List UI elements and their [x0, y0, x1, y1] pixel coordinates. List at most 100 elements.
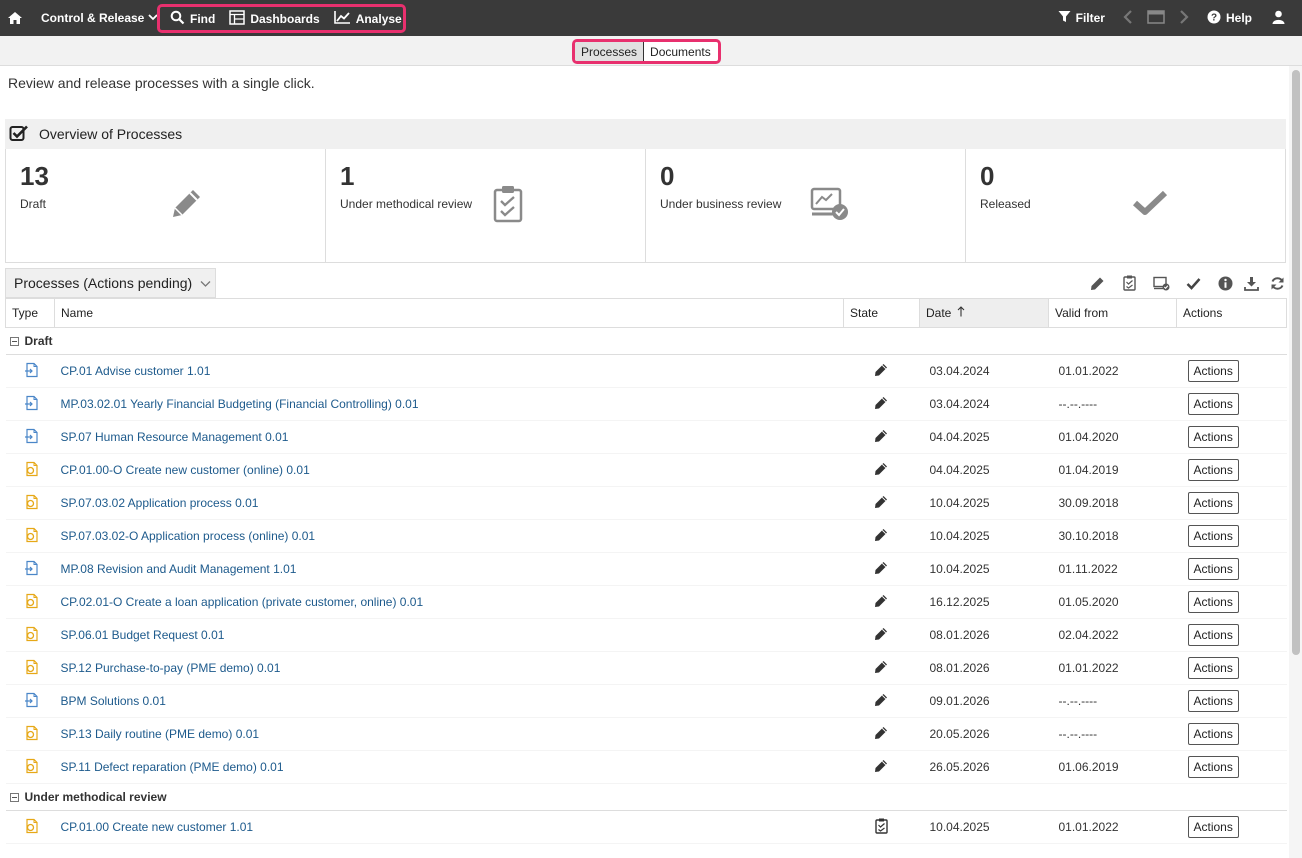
actions-button[interactable]: Actions — [1187, 558, 1239, 580]
process-name-link[interactable]: MP.08 Revision and Audit Management 1.01 — [61, 562, 297, 576]
kpi-panel: 13 Draft 1 Under methodical review 0 Und… — [5, 149, 1286, 263]
chevron-right-icon[interactable] — [1179, 9, 1189, 27]
pencil-icon — [874, 495, 888, 512]
online-process-icon — [24, 494, 40, 510]
table-row[interactable]: SP.07.03.02 Application process 0.01 10.0… — [5, 486, 1287, 520]
row-valid-from: --.--.---- — [1048, 717, 1177, 751]
sort-ascending-icon — [953, 306, 965, 320]
actions-button[interactable]: Actions — [1187, 723, 1239, 745]
process-name-link[interactable]: SP.13 Daily routine (PME demo) 0.01 — [61, 727, 260, 741]
process-name-link[interactable]: MP.03.02.01 Yearly Financial Budgeting (… — [61, 397, 419, 411]
nav-analyse[interactable]: Analyse — [333, 10, 402, 27]
help-button[interactable]: ? Help — [1207, 10, 1252, 27]
checkmark-icon[interactable] — [1184, 274, 1202, 292]
clipboard-check-icon[interactable] — [1120, 274, 1138, 292]
pencil-icon — [874, 627, 888, 644]
actions-button[interactable]: Actions — [1187, 624, 1239, 646]
actions-button[interactable]: Actions — [1187, 756, 1239, 778]
table-row[interactable]: SP.06.01 Budget Request 0.01 08.01.2026 02… — [5, 618, 1287, 652]
row-valid-from: 01.04.2019 — [1048, 453, 1177, 487]
table-row[interactable]: BPM Solutions 0.01 09.01.2026 --.--.---- Ac… — [5, 684, 1287, 718]
process-name-link[interactable]: SP.07.03.02 Application process 0.01 — [61, 496, 259, 510]
col-state[interactable]: State — [843, 298, 920, 328]
main-nav: Find Dashboards Analyse — [157, 4, 406, 33]
info-icon[interactable] — [1216, 274, 1234, 292]
process-name-link[interactable]: SP.12 Purchase-to-pay (PME demo) 0.01 — [61, 661, 281, 675]
refresh-icon[interactable] — [1268, 274, 1286, 292]
table-group-row[interactable]: Under methodical review — [5, 783, 1287, 811]
online-process-icon — [24, 461, 40, 477]
row-date: 09.01.2026 — [919, 684, 1049, 718]
collapse-icon[interactable] — [9, 337, 19, 346]
kpi-label: Released — [980, 197, 1031, 211]
table-row[interactable]: MP.08 Revision and Audit Management 1.01… — [5, 552, 1287, 586]
actions-button[interactable]: Actions — [1187, 816, 1239, 838]
edit-pencil-icon[interactable] — [1088, 274, 1106, 292]
actions-button[interactable]: Actions — [1187, 492, 1239, 514]
process-name-link[interactable]: SP.07.03.02-O Application process (onlin… — [61, 529, 316, 543]
user-icon[interactable] — [1272, 10, 1285, 27]
col-valid-from[interactable]: Valid from — [1048, 298, 1177, 328]
table-row[interactable]: CP.01.00 Create new customer 1.01 10.04.2… — [5, 810, 1287, 844]
download-icon[interactable] — [1242, 274, 1260, 292]
process-name-link[interactable]: SP.06.01 Budget Request 0.01 — [61, 628, 225, 642]
kpi-label: Under methodical review — [340, 197, 473, 211]
tab-documents[interactable]: Documents — [643, 42, 717, 61]
filter-button[interactable]: Filter — [1058, 10, 1105, 26]
col-type[interactable]: Type — [5, 298, 55, 328]
tab-processes[interactable]: Processes — [575, 42, 644, 61]
actions-button[interactable]: Actions — [1187, 591, 1239, 613]
view-select[interactable]: Processes (Actions pending) — [5, 268, 216, 298]
process-name-link[interactable]: CP.01 Advise customer 1.01 — [61, 364, 211, 378]
kpi-draft[interactable]: 13 Draft — [6, 149, 326, 262]
pencil-icon — [874, 396, 888, 413]
nav-dashboards[interactable]: Dashboards — [229, 9, 320, 28]
kpi-business-review[interactable]: 0 Under business review — [646, 149, 966, 262]
process-name-link[interactable]: CP.01.00-O Create new customer (online) … — [61, 463, 310, 477]
table-row[interactable]: SP.07.03.02-O Application process (onlin… — [5, 519, 1287, 553]
table-row[interactable]: SP.13 Daily routine (PME demo) 0.01 20.05… — [5, 717, 1287, 751]
actions-button[interactable]: Actions — [1187, 690, 1239, 712]
process-name-link[interactable]: SP.11 Defect reparation (PME demo) 0.01 — [61, 760, 284, 774]
table-row[interactable]: MP.03.02.01 Yearly Financial Budgeting (… — [5, 387, 1287, 421]
table-row[interactable]: SP.07 Human Resource Management 0.01 04.0… — [5, 420, 1287, 454]
scrollbar-thumb[interactable] — [1292, 70, 1300, 655]
process-name-link[interactable]: BPM Solutions 0.01 — [61, 694, 166, 708]
actions-button[interactable]: Actions — [1187, 459, 1239, 481]
nav-find[interactable]: Find — [170, 10, 215, 28]
process-name-link[interactable]: CP.02.01-O Create a loan application (pr… — [61, 595, 424, 609]
process-name-link[interactable]: CP.01.00 Create new customer 1.01 — [61, 820, 254, 834]
table-row[interactable]: CP.01.00-O Create new customer (online) … — [5, 453, 1287, 487]
col-actions[interactable]: Actions — [1176, 298, 1287, 328]
monitor-check-icon[interactable] — [1152, 274, 1170, 292]
col-name[interactable]: Name — [54, 298, 844, 328]
table-row[interactable]: SP.12 Purchase-to-pay (PME demo) 0.01 08.… — [5, 651, 1287, 685]
table-row[interactable]: SP.11 Defect reparation (PME demo) 0.01 2… — [5, 750, 1287, 784]
row-valid-from: 30.09.2018 — [1048, 486, 1177, 520]
actions-button[interactable]: Actions — [1187, 525, 1239, 547]
chevron-left-icon[interactable] — [1123, 9, 1133, 27]
row-date: 16.12.2025 — [919, 585, 1049, 619]
kpi-released[interactable]: 0 Released — [966, 149, 1285, 262]
clipboard-check-icon — [492, 185, 524, 226]
table-row[interactable]: CP.01 Advise customer 1.01 03.04.2024 01.0… — [5, 354, 1287, 388]
actions-button[interactable]: Actions — [1187, 657, 1239, 679]
actions-button[interactable]: Actions — [1187, 393, 1239, 415]
table-row[interactable]: CP.02.01-O Create a loan application (pr… — [5, 585, 1287, 619]
col-date[interactable]: Date — [919, 298, 1049, 328]
tab-group: Processes Documents — [572, 39, 721, 64]
home-icon[interactable] — [7, 10, 23, 26]
collapse-icon[interactable] — [9, 793, 19, 802]
actions-button[interactable]: Actions — [1187, 360, 1239, 382]
control-release-menu[interactable]: Control & Release — [41, 11, 158, 25]
process-name-link[interactable]: SP.07 Human Resource Management 0.01 — [61, 430, 289, 444]
actions-button[interactable]: Actions — [1187, 426, 1239, 448]
pencil-icon — [874, 528, 888, 545]
online-process-icon — [24, 659, 40, 675]
row-valid-from: 01.11.2022 — [1048, 552, 1177, 586]
row-date: 26.05.2026 — [919, 750, 1049, 784]
table-header-row: Type Name State Date Valid from Actions — [5, 298, 1287, 328]
table-group-row[interactable]: Draft — [5, 327, 1287, 355]
kpi-methodical-review[interactable]: 1 Under methodical review — [326, 149, 646, 262]
window-icon[interactable] — [1147, 9, 1165, 27]
